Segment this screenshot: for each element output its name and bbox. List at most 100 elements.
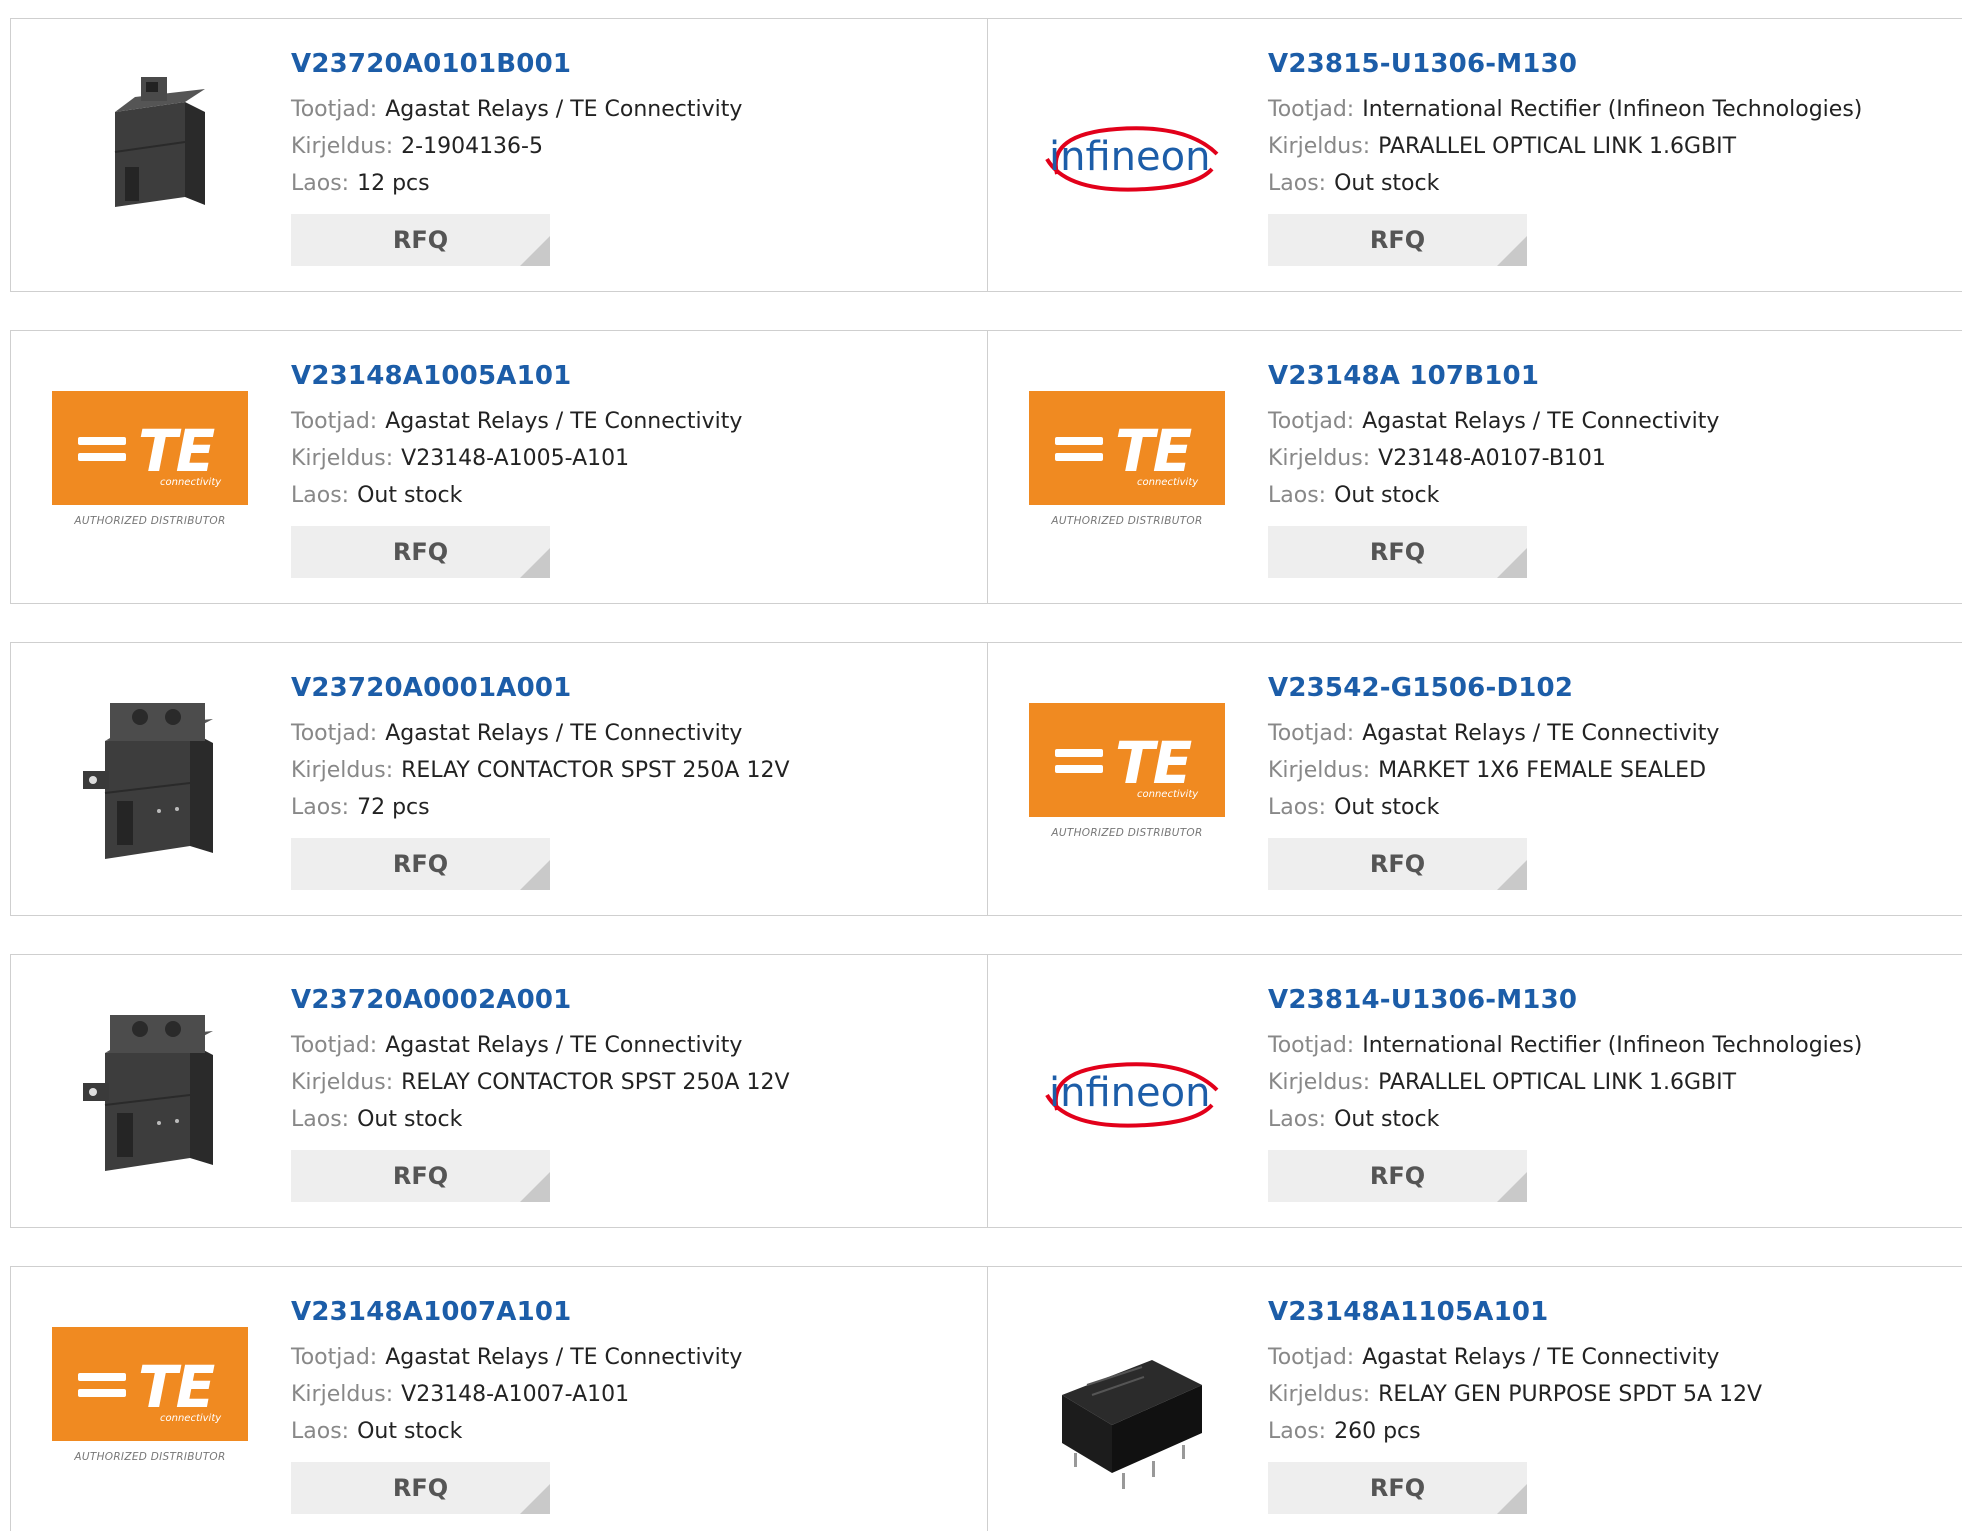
stock-value: Out stock [357,483,463,508]
part-number-link[interactable]: V23148A1005A101 [291,361,742,391]
product-image[interactable] [1027,1302,1227,1502]
manufacturer-label: Tootjad: [291,721,378,746]
description-value: MARKET 1X6 FEMALE SEALED [1378,758,1707,783]
stock-value: Out stock [357,1419,463,1444]
stock-value: Out stock [1334,171,1440,196]
stock-label: Laos: [1268,795,1327,820]
manufacturer-label: Tootjad: [1268,1033,1355,1058]
stock-value: 72 pcs [357,795,430,820]
button-corner-decoration [520,860,550,890]
rfq-button[interactable]: RFQ [291,1150,550,1202]
description-label: Kirjeldus: [291,1070,394,1095]
rfq-button[interactable]: RFQ [1268,214,1527,266]
manufacturer-value: Agastat Relays / TE Connectivity [1362,1345,1720,1370]
product-image[interactable]: TE connectivity AUTHORIZED DISTRIBUTOR [1027,366,1227,566]
manufacturer-value: Agastat Relays / TE Connectivity [385,1345,743,1370]
manufacturer-label: Tootjad: [291,97,378,122]
te-logo-subtext: connectivity [160,477,222,488]
rfq-button[interactable]: RFQ [1268,1462,1527,1514]
manufacturer-label: Tootjad: [1268,721,1355,746]
product-card: TE connectivity AUTHORIZED DISTRIBUTOR V… [988,331,1962,603]
description-label: Kirjeldus: [1268,758,1371,783]
pcb-relay-image [1032,1305,1222,1499]
te-logo-subtext: connectivity [1137,477,1199,488]
product-card: TE connectivity AUTHORIZED DISTRIBUTOR V… [11,1267,987,1531]
manufacturer-value: Agastat Relays / TE Connectivity [1362,409,1720,434]
stock-label: Laos: [291,795,350,820]
infineon-logo: infineon [1027,1030,1227,1150]
rfq-label: RFQ [392,226,449,254]
manufacturer-value: Agastat Relays / TE Connectivity [1362,721,1720,746]
product-image[interactable] [50,678,250,878]
product-image[interactable]: TE connectivity AUTHORIZED DISTRIBUTOR [1027,678,1227,878]
part-number-link[interactable]: V23542-G1506-D102 [1268,673,1719,703]
description-label: Kirjeldus: [1268,446,1371,471]
part-number-link[interactable]: V23148A1105A101 [1268,1297,1762,1327]
authorized-distributor-caption: AUTHORIZED DISTRIBUTOR [1051,827,1203,839]
description-label: Kirjeldus: [1268,134,1371,159]
product-image[interactable]: infineon [1027,990,1227,1190]
button-corner-decoration [520,548,550,578]
button-corner-decoration [520,236,550,266]
part-number-link[interactable]: V23720A0101B001 [291,49,742,79]
product-image[interactable]: infineon [1027,54,1227,254]
stock-label: Laos: [291,483,350,508]
rfq-button[interactable]: RFQ [291,214,550,266]
product-grid: V23720A0101B001 Tootjad: Agastat Relays /… [0,0,1962,1531]
stock-label: Laos: [1268,1419,1327,1444]
description-label: Kirjeldus: [291,446,394,471]
stock-value: Out stock [357,1107,463,1132]
product-image[interactable]: TE connectivity AUTHORIZED DISTRIBUTOR [50,1302,250,1502]
part-number-link[interactable]: V23720A0002A001 [291,985,790,1015]
product-card: infineon V23814-U1306-M130 Tootjad: Inter… [988,955,1962,1227]
description-label: Kirjeldus: [291,134,394,159]
description-value: V23148-A1007-A101 [401,1382,630,1407]
te-connectivity-logo: TE connectivity AUTHORIZED DISTRIBUTOR [52,391,248,541]
manufacturer-label: Tootjad: [291,1345,378,1370]
rfq-label: RFQ [1369,850,1426,878]
rfq-label: RFQ [392,1474,449,1502]
manufacturer-label: Tootjad: [1268,409,1355,434]
manufacturer-value: International Rectifier (Infineon Techno… [1362,1033,1863,1058]
infineon-logo: infineon [1027,94,1227,214]
description-value: PARALLEL OPTICAL LINK 1.6GBIT [1378,1070,1737,1095]
part-number-link[interactable]: V23815-U1306-M130 [1268,49,1862,79]
product-image[interactable]: TE connectivity AUTHORIZED DISTRIBUTOR [50,366,250,566]
stock-value: Out stock [1334,795,1440,820]
product-row: TE connectivity AUTHORIZED DISTRIBUTOR V… [10,330,1962,604]
product-card: V23720A0002A001 Tootjad: Agastat Relays /… [11,955,987,1227]
part-number-link[interactable]: V23148A1007A101 [291,1297,742,1327]
rfq-label: RFQ [392,538,449,566]
authorized-distributor-caption: AUTHORIZED DISTRIBUTOR [74,1451,226,1463]
product-image[interactable] [50,990,250,1190]
part-number-link[interactable]: V23814-U1306-M130 [1268,985,1862,1015]
part-number-link[interactable]: V23720A0001A001 [291,673,790,703]
manufacturer-value: Agastat Relays / TE Connectivity [385,721,743,746]
te-logo-text: TE [1115,417,1192,485]
manufacturer-label: Tootjad: [291,409,378,434]
infineon-logo-text: infineon [1049,1070,1210,1116]
rfq-button[interactable]: RFQ [1268,1150,1527,1202]
te-logo-subtext: connectivity [160,1413,222,1424]
button-corner-decoration [520,1484,550,1514]
button-corner-decoration [1497,1172,1527,1202]
rfq-button[interactable]: RFQ [291,1462,550,1514]
rfq-label: RFQ [1369,1162,1426,1190]
rfq-label: RFQ [1369,226,1426,254]
relay-contactor-image [55,993,245,1187]
product-image[interactable] [50,54,250,254]
rfq-button[interactable]: RFQ [1268,526,1527,578]
rfq-button[interactable]: RFQ [291,838,550,890]
product-row: V23720A0001A001 Tootjad: Agastat Relays /… [10,642,1962,916]
rfq-button[interactable]: RFQ [291,526,550,578]
description-value: RELAY GEN PURPOSE SPDT 5A 12V [1378,1382,1763,1407]
product-row: V23720A0101B001 Tootjad: Agastat Relays /… [10,18,1962,292]
rfq-button[interactable]: RFQ [1268,838,1527,890]
button-corner-decoration [1497,1484,1527,1514]
stock-label: Laos: [291,1107,350,1132]
te-logo-text: TE [138,1353,215,1421]
part-number-link[interactable]: V23148A 107B101 [1268,361,1719,391]
authorized-distributor-caption: AUTHORIZED DISTRIBUTOR [74,515,226,527]
manufacturer-value: Agastat Relays / TE Connectivity [385,97,743,122]
te-connectivity-logo: TE connectivity AUTHORIZED DISTRIBUTOR [52,1327,248,1477]
